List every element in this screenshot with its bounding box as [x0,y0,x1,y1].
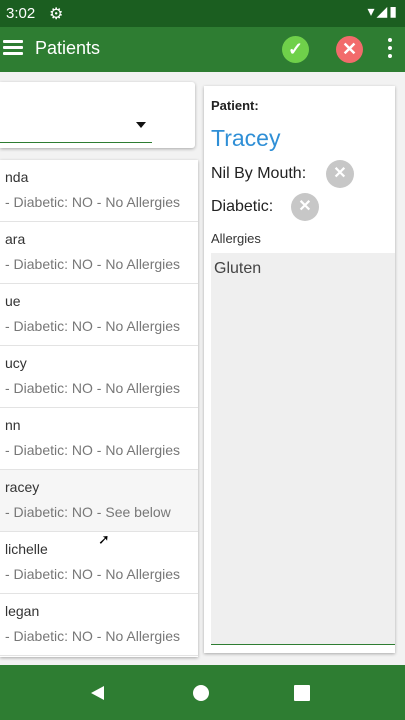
allergies-label: Allergies [211,231,261,246]
status-bar: 3:02 ⚙ ▾◢▮ [0,0,405,27]
ward-selector[interactable] [0,82,195,148]
more-vert-icon[interactable] [384,38,396,60]
menu-icon[interactable] [3,37,23,59]
recent-apps-icon[interactable] [294,685,310,701]
list-item[interactable]: ucy - Diabetic: NO - No Allergies [0,346,198,408]
allergies-field[interactable]: Gluten [211,253,395,645]
gear-icon: ⚙ [49,6,64,23]
patient-item-name: nn [5,417,21,433]
diabetic-close-icon[interactable]: ✕ [291,193,319,221]
patient-detail-panel: Patient: Tracey Nil By Mouth: ✕ Diabetic… [204,86,395,653]
patient-item-info: - Diabetic: NO - No Allergies [5,442,181,458]
patient-item-info: - Diabetic: NO - No Allergies [5,256,181,272]
patient-list[interactable]: nda - Diabetic: NO - No Allergies ara - … [0,160,198,657]
list-item[interactable]: ue - Diabetic: NO - No Allergies [0,284,198,346]
close-icon: ✕ [341,39,358,59]
cancel-button[interactable]: ✕ [336,36,363,63]
status-icons: ▾◢▮ [367,3,399,19]
patient-item-name: nda [5,169,29,185]
nil-by-mouth-label: Nil By Mouth: [211,165,307,182]
patient-item-name: legan [5,603,40,619]
patient-item-info: - Diabetic: NO - No Allergies [5,628,181,644]
patient-item-name: lichelle [5,541,48,557]
back-icon[interactable] [91,686,104,700]
app-bar: Patients ✓ ✕ [0,27,405,72]
mouse-cursor-icon: ➚ [98,531,110,547]
patient-item-info: - Diabetic: NO - See below [5,504,171,520]
patient-label: Patient: [211,98,259,113]
diabetic-label: Diabetic: [211,198,274,215]
confirm-button[interactable]: ✓ [282,36,309,63]
system-nav-bar [0,665,405,720]
check-icon: ✓ [287,39,304,59]
home-icon[interactable] [193,685,209,701]
allergies-value: Gluten [214,260,262,277]
page-title: Patients [35,38,101,58]
list-item[interactable]: nn - Diabetic: NO - No Allergies [0,408,198,470]
patient-name: Tracey [211,125,281,151]
patient-item-info: - Diabetic: NO - No Allergies [5,380,181,396]
patient-item-name: ue [5,293,21,309]
dropdown-arrow-icon[interactable] [136,122,146,128]
patient-item-name: ara [5,231,26,247]
patient-item-info: - Diabetic: NO - No Allergies [5,566,181,582]
list-item-selected[interactable]: racey - Diabetic: NO - See below [0,470,198,532]
selector-underline [0,142,152,143]
patient-item-name: ucy [5,355,27,371]
patient-item-info: - Diabetic: NO - No Allergies [5,318,181,334]
list-item[interactable]: ara - Diabetic: NO - No Allergies [0,222,198,284]
patient-item-name: racey [5,479,40,495]
patient-item-info: - Diabetic: NO - No Allergies [5,194,181,210]
list-item[interactable]: nda - Diabetic: NO - No Allergies [0,160,198,222]
status-time: 3:02 [6,5,36,22]
nil-by-mouth-close-icon[interactable]: ✕ [326,160,354,188]
list-item[interactable]: legan - Diabetic: NO - No Allergies [0,594,198,656]
